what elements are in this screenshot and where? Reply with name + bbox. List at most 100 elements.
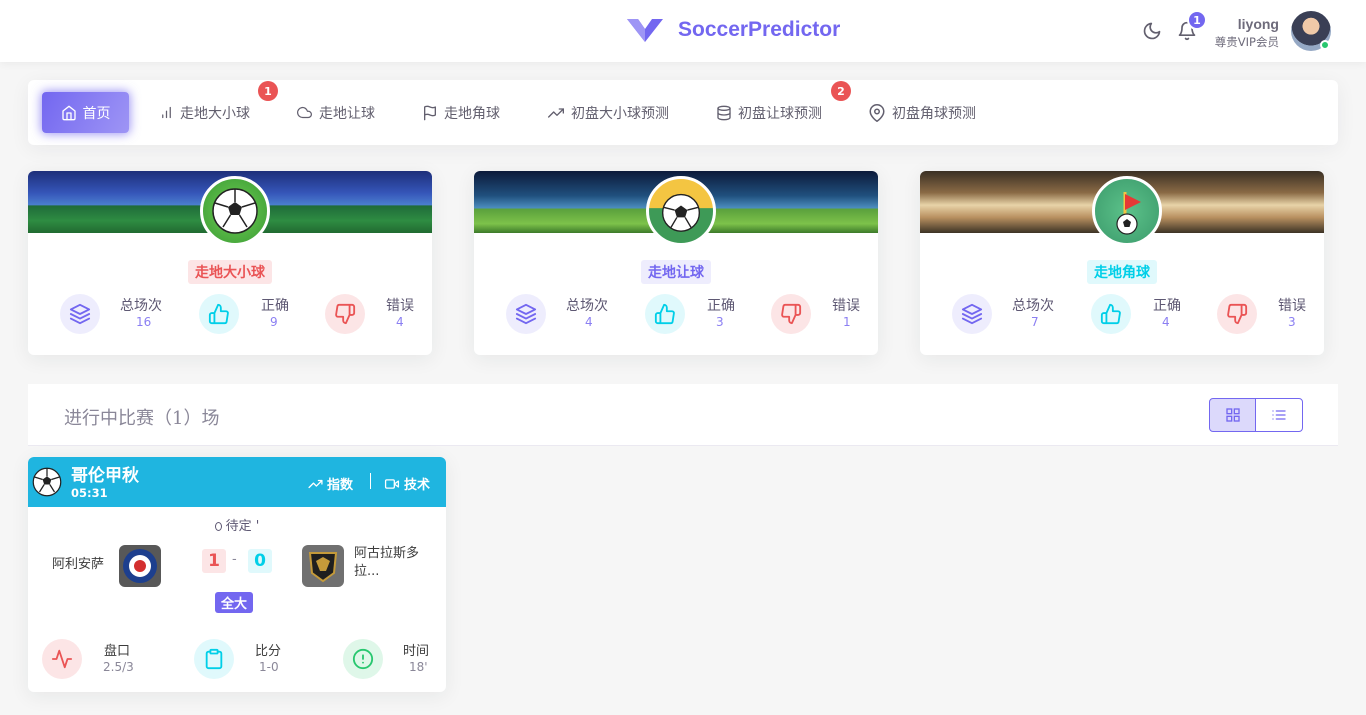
thumbs-up-icon (645, 294, 685, 334)
handicap-value: 2.5/3 (103, 660, 134, 674)
user-name[interactable]: liyong (1238, 16, 1279, 32)
stat-total: 总场次 16 (60, 294, 180, 334)
grid-view-toggle[interactable] (1209, 398, 1256, 432)
tech-link-label: 技术 (404, 478, 431, 493)
index-link-label: 指数 (327, 478, 354, 493)
nav-item-home[interactable]: 首页 (42, 92, 129, 133)
league-name: 哥伦甲秋 (71, 466, 139, 486)
nav-item-label: 初盘让球预测 (738, 105, 822, 122)
stat-label: 错误 (832, 298, 860, 314)
thumbs-up-icon (1091, 294, 1131, 334)
stat-value: 1 (843, 315, 851, 329)
avatar[interactable] (1291, 11, 1331, 51)
nav-badge: 1 (258, 81, 278, 101)
tech-link[interactable]: 技术 (384, 474, 430, 493)
stat-correct: 正确 4 (1091, 294, 1211, 334)
match-card[interactable]: 哥伦甲秋 05:31 指数 技术 待定 ' 阿利安萨 1 - 0 阿古拉斯多拉.… (28, 457, 446, 692)
stat-total: 总场次 7 (952, 294, 1072, 334)
time-value: 18' (409, 660, 428, 674)
brand-name: SoccerPredictor (678, 18, 841, 41)
clock-icon (214, 522, 222, 531)
stat-card-live-corners: 走地角球 总场次 7 正确 4 错误 3 (920, 171, 1324, 355)
soccer-ball-icon (646, 176, 716, 246)
stat-label: 正确 (261, 298, 289, 314)
stat-correct: 正确 3 (645, 294, 765, 334)
card-title: 走地大小球 (188, 260, 272, 284)
stat-label: 总场次 (566, 298, 608, 314)
nav-item-label: 初盘角球预测 (892, 105, 976, 122)
activity-icon (42, 639, 82, 679)
stat-label: 正确 (1153, 298, 1181, 314)
stat-value: 9 (270, 315, 278, 329)
stat-value: 4 (396, 315, 404, 329)
nav-item-live-corners[interactable]: 走地角球 (422, 92, 500, 133)
stat-value: 4 (1162, 315, 1170, 329)
score-value: 1-0 (259, 660, 279, 674)
user-role: 尊贵VIP会员 (1214, 35, 1279, 49)
layers-icon (952, 294, 992, 334)
nav-item-early-handicap[interactable]: 初盘让球预测 (716, 92, 822, 133)
time-stat: 时间 18' (343, 639, 446, 679)
nav-item-live-handicap[interactable]: 走地让球 (296, 92, 375, 133)
nav-item-live-over-under[interactable]: 走地大小球 (159, 92, 250, 133)
stat-wrong: 错误 3 (1217, 294, 1324, 334)
nav-item-label: 走地让球 (319, 105, 375, 122)
away-team-name: 阿古拉斯多拉... (354, 546, 420, 579)
live-matches-title: 进行中比赛（1）场 (64, 408, 220, 429)
nav-item-early-corners[interactable]: 初盘角球预测 (868, 92, 976, 133)
card-title: 走地让球 (641, 260, 711, 284)
list-icon (1272, 410, 1286, 420)
thumbs-down-icon (1217, 294, 1257, 334)
match-time: 05:31 (71, 486, 108, 500)
score-label: 比分 (255, 644, 282, 659)
brand-mark-icon (627, 19, 663, 42)
stat-value: 7 (1031, 315, 1039, 329)
list-view-toggle[interactable] (1255, 398, 1303, 432)
trending-up-icon (548, 107, 564, 118)
handicap-label: 盘口 (104, 644, 131, 659)
notification-badge: 1 (1187, 10, 1207, 30)
stat-label: 错误 (1278, 298, 1306, 314)
stat-label: 正确 (707, 298, 735, 314)
corner-flag-icon (1092, 176, 1162, 246)
header-divider (370, 473, 371, 489)
stat-total: 总场次 4 (506, 294, 626, 334)
layers-icon (60, 294, 100, 334)
thumbs-down-icon (771, 294, 811, 334)
main-nav: 首页 走地大小球 1 走地让球 走地角球 初盘大小球预测 初盘让球预测 2 初盘… (28, 80, 1338, 145)
stat-card-live-over-under: 走地大小球 总场次 16 正确 9 错误 4 (28, 171, 432, 355)
clipboard-icon (194, 639, 234, 679)
home-icon (61, 105, 76, 120)
thumbs-up-icon (199, 294, 239, 334)
index-link[interactable]: 指数 (307, 474, 353, 493)
trending-up-icon (308, 479, 323, 488)
match-status: 待定 ' (28, 515, 446, 534)
grid-icon (1225, 408, 1240, 422)
soccer-ball-icon (200, 176, 270, 246)
brand-logo[interactable]: SoccerPredictor (626, 17, 840, 43)
stat-value: 3 (1288, 315, 1296, 329)
stat-label: 总场次 (1012, 298, 1054, 314)
stat-correct: 正确 9 (199, 294, 319, 334)
card-title: 走地角球 (1087, 260, 1157, 284)
flag-icon (424, 105, 436, 120)
nav-item-early-over-under[interactable]: 初盘大小球预测 (547, 92, 669, 133)
database-icon (717, 105, 731, 120)
stat-wrong: 错误 1 (771, 294, 878, 334)
nav-item-label: 走地大小球 (180, 105, 250, 122)
cloud-icon (296, 106, 312, 119)
top-header: SoccerPredictor 1 liyong 尊贵VIP会员 (0, 0, 1366, 62)
soccer-ball-icon (32, 467, 62, 497)
nav-item-label: 走地角球 (444, 105, 500, 122)
stat-wrong: 错误 4 (325, 294, 432, 334)
map-pin-icon (869, 103, 885, 122)
match-card-header: 哥伦甲秋 05:31 指数 技术 (28, 457, 446, 507)
live-matches-header: 进行中比赛（1）场 (28, 384, 1338, 446)
stat-value: 16 (136, 315, 152, 329)
thumbs-down-icon (325, 294, 365, 334)
away-team-logo (302, 545, 344, 587)
online-status-dot (1320, 40, 1330, 50)
home-team-logo (119, 545, 161, 587)
moon-icon[interactable] (1141, 20, 1163, 42)
prediction-tag: 全大 (215, 592, 254, 613)
